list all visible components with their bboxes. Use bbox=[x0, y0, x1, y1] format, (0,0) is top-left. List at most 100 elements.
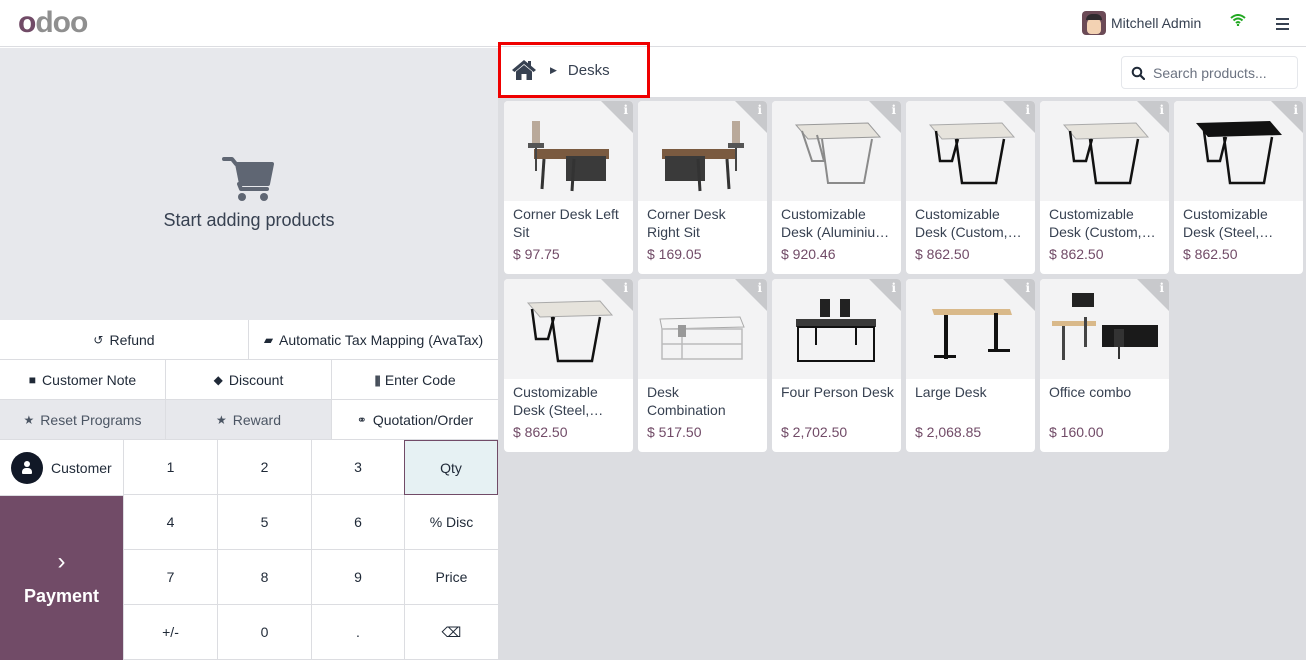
book-icon: ▰ bbox=[263, 332, 274, 347]
tag-icon: ◆ bbox=[213, 372, 223, 387]
product-card[interactable]: i Corner Desk Right Sit $ 169.05 bbox=[638, 101, 767, 274]
info-corner[interactable] bbox=[869, 101, 901, 133]
reward-button[interactable]: ★ Reward bbox=[166, 400, 332, 440]
product-card[interactable]: i Customizable Desk (Aluminiu… $ 920.46 bbox=[772, 101, 901, 274]
customer-note-button[interactable]: ■ Customer Note bbox=[0, 360, 166, 400]
order-panel: Start adding products ↺ Refund ▰ Automat… bbox=[0, 48, 498, 660]
refund-button[interactable]: ↺ Refund bbox=[0, 320, 249, 360]
product-price: $ 2,702.50 bbox=[781, 424, 848, 440]
numpad: 1 2 3 Qty 4 5 6% Disc 7 8 9 Price +/- 0. ⌫ bbox=[123, 440, 498, 660]
search-box[interactable] bbox=[1121, 56, 1298, 89]
product-price: $ 862.50 bbox=[1049, 246, 1104, 262]
product-name: Customizable Desk (Custom,… bbox=[1049, 206, 1156, 240]
product-card[interactable]: i Customizable Desk (Custom,… $ 862.50 bbox=[906, 101, 1035, 274]
top-bar: odoo Mitchell Admin bbox=[0, 0, 1306, 47]
info-corner[interactable] bbox=[601, 101, 633, 133]
product-card[interactable]: i Four Person Desk $ 2,702.50 bbox=[772, 279, 901, 452]
info-corner[interactable] bbox=[869, 279, 901, 311]
info-icon[interactable]: i bbox=[891, 103, 896, 117]
numpad-key[interactable]: 2 bbox=[217, 440, 311, 495]
product-name: Corner Desk Left Sit bbox=[513, 206, 619, 240]
reset-programs-button[interactable]: ★ Reset Programs bbox=[0, 400, 166, 440]
numpad-key[interactable]: % Disc bbox=[404, 495, 498, 550]
info-icon[interactable]: i bbox=[757, 281, 762, 295]
product-card[interactable]: i Office combo $ 160.00 bbox=[1040, 279, 1169, 452]
numpad-key[interactable]: . bbox=[311, 605, 404, 660]
info-icon[interactable]: i bbox=[623, 281, 628, 295]
product-name: Customizable Desk (Steel,… bbox=[1183, 206, 1274, 240]
product-card[interactable]: i Customizable Desk (Steel,… $ 862.50 bbox=[1174, 101, 1303, 274]
product-name: Customizable Desk (Aluminiu… bbox=[781, 206, 890, 240]
customer-button[interactable]: Customer bbox=[0, 440, 123, 496]
info-icon[interactable]: i bbox=[1159, 281, 1164, 295]
quotation-order-label: Quotation/Order bbox=[372, 411, 474, 428]
home-icon[interactable] bbox=[511, 59, 537, 81]
product-name: Office combo bbox=[1049, 384, 1132, 400]
numpad-key[interactable]: ⌫ bbox=[404, 605, 498, 660]
payment-button[interactable]: › Payment bbox=[0, 496, 123, 660]
numpad-key[interactable]: 9 bbox=[311, 550, 404, 605]
star-icon: ★ bbox=[215, 412, 227, 427]
product-price: $ 160.00 bbox=[1049, 424, 1104, 440]
link-icon: ⚭ bbox=[356, 412, 367, 427]
numpad-key[interactable]: 0 bbox=[217, 605, 311, 660]
product-price: $ 862.50 bbox=[513, 424, 568, 440]
tax-mapping-button[interactable]: ▰ Automatic Tax Mapping (AvaTax) bbox=[249, 320, 498, 360]
numpad-key[interactable]: 4 bbox=[123, 495, 217, 550]
wifi-icon[interactable] bbox=[1230, 14, 1246, 26]
product-card[interactable]: i Customizable Desk (Custom,… $ 862.50 bbox=[1040, 101, 1169, 274]
product-name: Large Desk bbox=[915, 384, 987, 400]
info-corner[interactable] bbox=[601, 279, 633, 311]
info-corner[interactable] bbox=[735, 101, 767, 133]
numpad-key[interactable]: 5 bbox=[217, 495, 311, 550]
menu-icon[interactable] bbox=[1276, 18, 1289, 30]
chevron-right-icon: › bbox=[57, 547, 66, 575]
info-corner[interactable] bbox=[1003, 101, 1035, 133]
numpad-key[interactable]: 8 bbox=[217, 550, 311, 605]
info-corner[interactable] bbox=[1137, 101, 1169, 133]
reward-label: Reward bbox=[232, 411, 281, 428]
product-panel: ▶ Desks i Corner Desk Left Sit $ 97.75 i Cor… bbox=[498, 42, 1306, 660]
info-icon[interactable]: i bbox=[891, 281, 896, 295]
product-price: $ 2,068.85 bbox=[915, 424, 982, 440]
customer-note-label: Customer Note bbox=[42, 371, 137, 388]
product-card[interactable]: i Corner Desk Left Sit $ 97.75 bbox=[504, 101, 633, 274]
numpad-key[interactable]: 3 bbox=[311, 440, 404, 495]
product-card[interactable]: i Desk Combination $ 517.50 bbox=[638, 279, 767, 452]
numpad-key[interactable]: Price bbox=[404, 550, 498, 605]
product-price: $ 97.75 bbox=[513, 246, 560, 262]
info-corner[interactable] bbox=[1271, 101, 1303, 133]
user-name: Mitchell Admin bbox=[1111, 15, 1202, 31]
info-icon[interactable]: i bbox=[757, 103, 762, 117]
product-price: $ 517.50 bbox=[647, 424, 702, 440]
product-card[interactable]: i Large Desk $ 2,068.85 bbox=[906, 279, 1035, 452]
numpad-key[interactable]: 7 bbox=[123, 550, 217, 605]
product-name: Customizable Desk (Steel,… bbox=[513, 384, 604, 418]
info-corner[interactable] bbox=[1137, 279, 1169, 311]
info-corner[interactable] bbox=[735, 279, 767, 311]
numpad-key[interactable]: Qty bbox=[404, 440, 498, 495]
product-price: $ 862.50 bbox=[1183, 246, 1238, 262]
product-card[interactable]: i Customizable Desk (Steel,… $ 862.50 bbox=[504, 279, 633, 452]
numpad-area: Customer › Payment 1 2 3 Qty 4 5 6% Disc 7 8 9 Pri… bbox=[0, 440, 498, 660]
user-menu[interactable]: Mitchell Admin bbox=[1082, 11, 1201, 35]
enter-code-button[interactable]: |||| Enter Code bbox=[332, 360, 498, 400]
info-icon[interactable]: i bbox=[1159, 103, 1164, 117]
numpad-key[interactable]: +/- bbox=[123, 605, 217, 660]
odoo-logo: odoo bbox=[18, 6, 88, 39]
quotation-order-button[interactable]: ⚭ Quotation/Order bbox=[332, 400, 498, 440]
breadcrumb-current[interactable]: Desks bbox=[568, 62, 610, 79]
search-input[interactable] bbox=[1153, 64, 1293, 81]
numpad-key[interactable]: 1 bbox=[123, 440, 217, 495]
info-icon[interactable]: i bbox=[1025, 281, 1030, 295]
product-name: Four Person Desk bbox=[781, 384, 894, 400]
numpad-key[interactable]: 6 bbox=[311, 495, 404, 550]
reset-programs-label: Reset Programs bbox=[40, 411, 142, 428]
info-icon[interactable]: i bbox=[623, 103, 628, 117]
product-header: ▶ Desks bbox=[498, 42, 1306, 98]
info-corner[interactable] bbox=[1003, 279, 1035, 311]
info-icon[interactable]: i bbox=[1293, 103, 1298, 117]
avatar bbox=[1082, 11, 1106, 35]
info-icon[interactable]: i bbox=[1025, 103, 1030, 117]
discount-button[interactable]: ◆ Discount bbox=[166, 360, 332, 400]
